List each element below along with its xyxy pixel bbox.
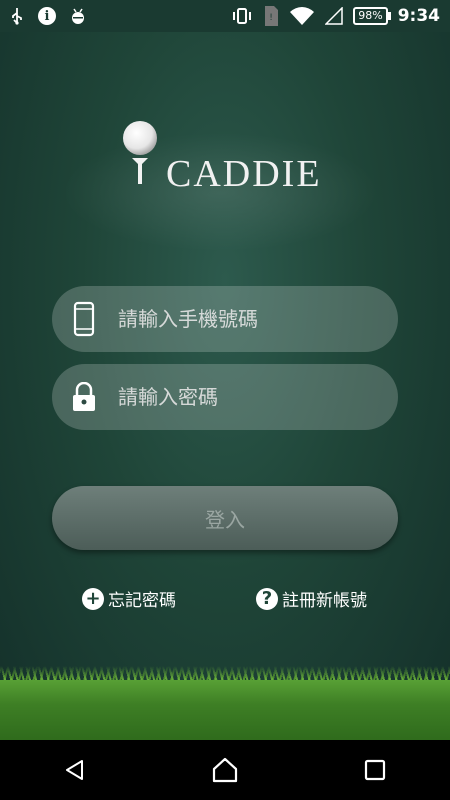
login-screen: CADDIE 登入 + 忘記密碼 ? 註冊新帳號 bbox=[0, 32, 450, 740]
question-icon: ? bbox=[256, 587, 278, 610]
wifi-icon bbox=[289, 6, 315, 26]
info-icon: i bbox=[38, 7, 56, 25]
phone-icon bbox=[52, 301, 116, 337]
grass-field bbox=[0, 680, 450, 740]
register-label: 註冊新帳號 bbox=[282, 591, 367, 611]
clock: 9:34 bbox=[397, 6, 440, 26]
svg-text:!: ! bbox=[269, 13, 273, 23]
battery-icon: 98% bbox=[353, 7, 392, 25]
forgot-password-link[interactable]: + 忘記密碼 bbox=[82, 586, 176, 611]
android-debug-icon bbox=[70, 7, 86, 25]
signal-icon bbox=[325, 7, 343, 25]
phone-input[interactable] bbox=[116, 306, 398, 332]
login-button[interactable]: 登入 bbox=[52, 486, 398, 550]
password-field[interactable] bbox=[52, 364, 398, 430]
register-link[interactable]: ? 註冊新帳號 bbox=[256, 586, 367, 611]
app-logo-text: CADDIE bbox=[166, 153, 322, 195]
password-input[interactable] bbox=[116, 384, 398, 410]
home-icon[interactable] bbox=[195, 740, 255, 800]
recent-apps-icon[interactable] bbox=[345, 740, 405, 800]
status-bar: i ! 98% 9:34 bbox=[0, 0, 450, 32]
vibrate-icon bbox=[231, 7, 253, 25]
usb-icon bbox=[10, 7, 24, 25]
phone-field[interactable] bbox=[52, 286, 398, 352]
back-icon[interactable] bbox=[45, 740, 105, 800]
sim-icon: ! bbox=[263, 5, 279, 27]
navigation-bar bbox=[0, 740, 450, 800]
lock-icon bbox=[52, 382, 116, 412]
forgot-password-label: 忘記密碼 bbox=[108, 591, 176, 611]
battery-percent: 98% bbox=[358, 9, 383, 22]
plus-icon: + bbox=[82, 587, 104, 610]
